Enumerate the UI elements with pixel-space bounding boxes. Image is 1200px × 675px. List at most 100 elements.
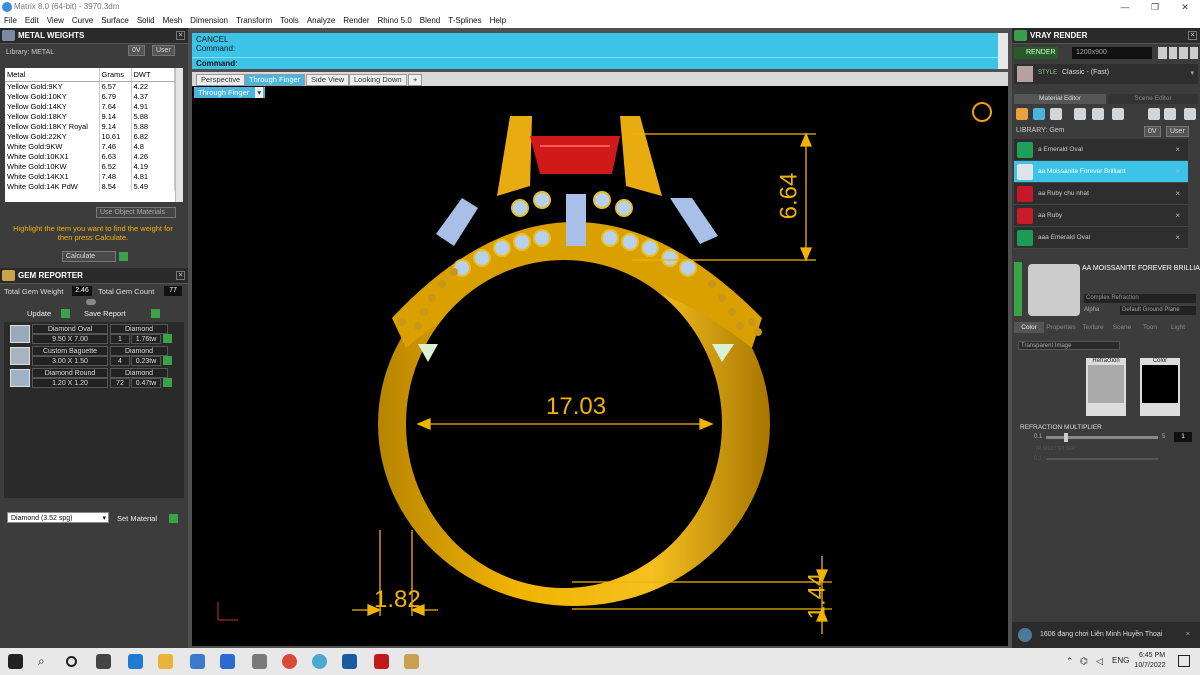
search-icon[interactable]: ⌕ xyxy=(38,654,53,669)
menu-dimension[interactable]: Dimension xyxy=(186,14,232,28)
menu-blend[interactable]: Blend xyxy=(416,14,444,28)
tab-texture[interactable]: Texture xyxy=(1078,322,1108,333)
transparent-image-select[interactable]: Transparent Image xyxy=(1018,341,1120,350)
refraction-swatch[interactable]: Refraction xyxy=(1086,358,1126,416)
rewind-icon[interactable] xyxy=(1158,47,1167,59)
tray-chevron-icon[interactable]: ⌃ xyxy=(1066,656,1074,667)
viewport[interactable]: Through Finger ▾ 17.03 6.64 1.82 1.44 xyxy=(192,86,1008,646)
close-icon[interactable]: × xyxy=(1175,139,1180,161)
menu-tools[interactable]: Tools xyxy=(276,14,303,28)
volume-icon[interactable]: ◁ xyxy=(1096,656,1103,667)
zero-v-button[interactable]: 0V xyxy=(128,45,145,56)
menu-transform[interactable]: Transform xyxy=(232,14,276,28)
col-metal[interactable]: Metal xyxy=(5,68,100,82)
metal-table-scrollbar[interactable] xyxy=(175,68,183,202)
update-go-icon[interactable] xyxy=(61,309,70,318)
menu-surface[interactable]: Surface xyxy=(97,14,133,28)
user-button[interactable]: User xyxy=(152,45,175,56)
material-item[interactable]: aa Ruby chu nhat × xyxy=(1014,183,1188,205)
photos-icon[interactable] xyxy=(342,654,357,669)
action-center-icon[interactable] xyxy=(1178,655,1190,667)
tab-material-editor[interactable]: Material Editor xyxy=(1014,94,1106,104)
use-object-materials-toggle[interactable]: Use Object Materials xyxy=(96,207,176,218)
tab-looking-down[interactable]: Looking Down xyxy=(349,74,407,86)
material-select[interactable]: Diamond (3.52 spg) ▾ xyxy=(7,512,109,523)
table-row[interactable]: Yellow Gold:9KY 6.57 4.22 xyxy=(5,81,175,91)
close-icon[interactable]: × xyxy=(1175,183,1180,205)
table-row[interactable]: White Gold:10KX1 6.63 4.26 xyxy=(5,151,175,161)
vray-zero-v-button[interactable]: 0V xyxy=(1144,126,1161,137)
previous-icon[interactable] xyxy=(1168,47,1177,59)
color-swatch[interactable]: Color xyxy=(1140,358,1180,416)
edit-icon[interactable] xyxy=(1164,108,1176,120)
matrix-app-icon[interactable] xyxy=(312,654,327,669)
forward-icon[interactable] xyxy=(1189,47,1198,59)
command-prompt[interactable]: Command: xyxy=(192,57,1008,69)
material-item[interactable]: a Emerald Oval × xyxy=(1014,139,1188,161)
table-row[interactable]: Yellow Gold:18KY 9.14 5.88 xyxy=(5,111,175,121)
table-row[interactable]: White Gold:10KW 6.52 4.19 xyxy=(5,161,175,171)
paint-icon[interactable] xyxy=(1148,108,1160,120)
command-scrollbar[interactable] xyxy=(998,33,1008,69)
close-icon[interactable]: × xyxy=(1175,161,1180,183)
sphere-icon[interactable] xyxy=(1050,108,1062,120)
close-icon[interactable]: × xyxy=(176,271,185,280)
calculate-button[interactable]: Calculate xyxy=(62,251,116,262)
save-report-button[interactable]: Save Report xyxy=(84,309,126,318)
gem-go-icon[interactable] xyxy=(163,378,172,387)
set-material-button[interactable]: Set Material xyxy=(117,514,157,523)
fire-icon[interactable] xyxy=(1016,108,1028,120)
tab-add[interactable]: + xyxy=(408,74,423,86)
material-type-select[interactable]: Complex Refraction xyxy=(1084,294,1196,303)
ir-slider[interactable] xyxy=(1046,458,1158,460)
cortana-icon[interactable] xyxy=(66,656,77,667)
menu-curve[interactable]: Curve xyxy=(68,14,97,28)
vray-app-icon[interactable] xyxy=(374,654,389,669)
language-icon[interactable]: ENG xyxy=(1112,656,1129,665)
table-row[interactable]: Yellow Gold:18KY Royal 9.14 5.88 xyxy=(5,121,175,131)
store-icon[interactable] xyxy=(190,654,205,669)
mail-icon[interactable] xyxy=(220,654,235,669)
rhino-icon[interactable] xyxy=(252,654,267,669)
table-row[interactable]: Yellow Gold:10KY 6.79 4.37 xyxy=(5,91,175,101)
light-icon[interactable] xyxy=(1184,108,1196,120)
preview-collapse-tab[interactable] xyxy=(1014,262,1022,316)
tab-through-finger[interactable]: Through Finger xyxy=(244,74,306,86)
list-item[interactable]: Custom Baguette Diamond 3.00 X 1.50 4 0.… xyxy=(10,346,172,368)
refraction-slider[interactable] xyxy=(1046,433,1158,442)
menu-edit[interactable]: Edit xyxy=(21,14,43,28)
close-button[interactable]: ✕ xyxy=(1170,0,1200,14)
gem-tool-icon[interactable] xyxy=(1033,108,1045,120)
splitter-handle[interactable] xyxy=(86,299,96,305)
close-icon[interactable]: × xyxy=(1175,227,1180,249)
menu-render[interactable]: Render xyxy=(339,14,373,28)
file-explorer-icon[interactable] xyxy=(158,654,173,669)
tab-light[interactable]: Light xyxy=(1164,322,1192,333)
close-icon[interactable]: × xyxy=(1188,31,1197,40)
edge-icon[interactable] xyxy=(128,654,143,669)
maximize-button[interactable]: ❐ xyxy=(1140,0,1170,14)
menu-view[interactable]: View xyxy=(43,14,68,28)
vray-user-button[interactable]: User xyxy=(1166,126,1189,137)
table-row[interactable]: Yellow Gold:22KY 10.61 6.82 xyxy=(5,131,175,141)
tab-perspective[interactable]: Perspective xyxy=(196,74,246,86)
table-row[interactable]: White Gold:9KW 7.46 4.8 xyxy=(5,141,175,151)
tab-scene-editor[interactable]: Scene Editor xyxy=(1108,94,1198,104)
material-item[interactable]: aa Moissanite Forever Brilliant × xyxy=(1014,161,1188,183)
task-view-icon[interactable] xyxy=(96,654,111,669)
scene-icon[interactable] xyxy=(1112,108,1124,120)
col-dwt[interactable]: DWT xyxy=(131,68,175,82)
menu-rhino[interactable]: Rhino 5.0 xyxy=(374,14,416,28)
menu-analyze[interactable]: Analyze xyxy=(303,14,339,28)
network-icon[interactable]: ⌬ xyxy=(1080,656,1088,667)
rm-value[interactable]: 1 xyxy=(1174,432,1192,442)
tab-toon[interactable]: Toon xyxy=(1136,322,1164,333)
table-row[interactable]: White Gold:14K PdW 8.54 5.49 xyxy=(5,181,175,191)
clock-date[interactable]: 10/7/2022 xyxy=(1130,662,1170,669)
col-grams[interactable]: Grams xyxy=(99,68,132,82)
ground-plane-select[interactable]: Default Ground Plane xyxy=(1120,306,1196,315)
material-item[interactable]: aa Ruby × xyxy=(1014,205,1188,227)
clock-time[interactable]: 6:45 PM xyxy=(1134,652,1170,659)
menu-solid[interactable]: Solid xyxy=(133,14,159,28)
notification-toast[interactable]: 1606 đang chơi Liên Minh Huyền Thoại × xyxy=(1012,622,1200,648)
